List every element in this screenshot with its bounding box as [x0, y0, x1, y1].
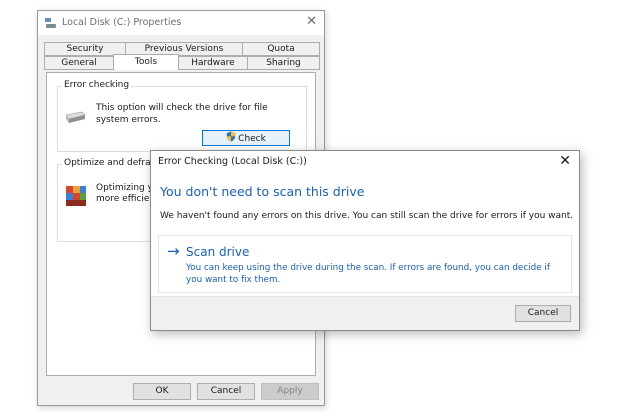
error-checking-dialog: Error Checking (Local Disk (C:)) ✕ You d… [150, 150, 580, 331]
error-checking-text-line2: system errors. [96, 115, 161, 125]
defragment-icon [64, 183, 88, 212]
properties-title: Local Disk (C:) Properties [62, 17, 182, 28]
error-checking-group: Error checking This option will check th… [57, 80, 307, 152]
properties-cancel-button[interactable]: Cancel [197, 383, 255, 400]
tab-tools[interactable]: Tools [113, 54, 179, 70]
drive-network-icon [44, 16, 58, 30]
uac-shield-icon [226, 131, 236, 147]
error-checking-text-line1: This option will check the drive for fil… [96, 103, 268, 113]
check-button-label: Check [238, 134, 266, 144]
tab-hardware[interactable]: Hardware [178, 56, 248, 70]
tab-general[interactable]: General [44, 56, 114, 70]
tab-quota[interactable]: Quota [242, 42, 320, 56]
scan-drive-description: You can keep using the drive during the … [186, 263, 550, 285]
dialog-close-icon[interactable]: ✕ [559, 153, 571, 169]
dialog-cancel-button[interactable]: Cancel [515, 305, 571, 322]
properties-close-icon[interactable]: ✕ [306, 14, 317, 29]
ok-button[interactable]: OK [133, 383, 191, 400]
scan-drive-title: Scan drive [186, 245, 250, 259]
dialog-heading: You don't need to scan this drive [160, 184, 365, 199]
error-checking-label: Error checking [62, 80, 132, 90]
properties-titlebar: Local Disk (C:) Properties ✕ [38, 11, 324, 35]
check-button[interactable]: Check [202, 130, 290, 146]
dialog-info-text: We haven't found any errors on this driv… [160, 211, 574, 221]
arrow-right-icon: → [167, 242, 180, 260]
scan-drive-option[interactable]: → Scan drive You can keep using the driv… [158, 235, 572, 293]
dialog-title: Error Checking (Local Disk (C:)) [158, 156, 307, 167]
hard-drive-icon [64, 111, 86, 128]
dialog-footer: Cancel [151, 296, 579, 330]
apply-button[interactable]: Apply [261, 383, 319, 400]
tab-sharing[interactable]: Sharing [247, 56, 320, 70]
